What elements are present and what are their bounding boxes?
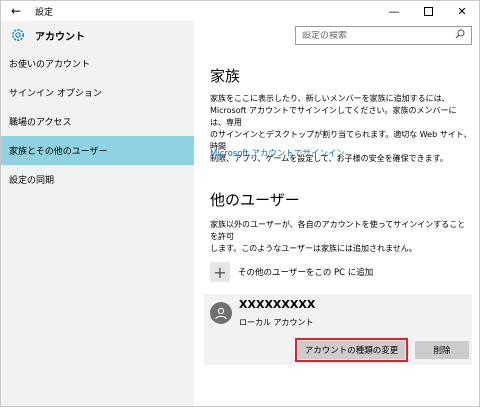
search-box[interactable] [295, 26, 472, 45]
delete-button[interactable]: 削除 [415, 341, 469, 359]
gear-icon [9, 26, 27, 44]
user-account-type: ローカル アカウント [239, 318, 314, 327]
window-title: 設定 [35, 7, 54, 18]
plus-icon[interactable]: + [210, 262, 230, 282]
sidebar-item-label: サインイン オプション [9, 89, 102, 99]
user-name: XXXXXXXXX [239, 298, 316, 311]
add-user-row[interactable]: + その他のユーザーをこの PC に追加 [210, 262, 373, 282]
other-users-description: 家族以外のユーザーが、各自のアカウントを使ってサインインすることを許可 します。… [210, 219, 472, 255]
sidebar-item-sign-in-options[interactable]: サインイン オプション [1, 78, 194, 107]
sidebar-item-work-access[interactable]: 職場のアクセス [1, 107, 194, 136]
back-arrow-icon[interactable]: ← [1, 1, 31, 21]
user-avatar-icon [210, 302, 232, 324]
sidebar-item-label: お使いのアカウント [9, 60, 91, 70]
settings-window: ← 設定 — ✕ アカウント お使いのアカウント サインイン オプション 職場の… [0, 0, 480, 407]
other-users-description-line: 家族以外のユーザーが、各自のアカウントを使ってサインインすることを許可 [210, 220, 466, 241]
sidebar: アカウント お使いのアカウント サインイン オプション 職場のアクセス 家族とそ… [1, 21, 194, 406]
other-users-description-line: します。このようなユーザーは家族には追加されません。 [210, 244, 417, 253]
sidebar-item-sync-settings[interactable]: 設定の同期 [1, 165, 194, 194]
close-icon[interactable]: ✕ [445, 1, 479, 21]
sidebar-item-label: 職場のアクセス [9, 118, 72, 128]
sidebar-item-label: 家族とその他のユーザー [9, 147, 108, 157]
search-icon[interactable] [455, 29, 465, 42]
sidebar-item-family-other-users[interactable]: 家族とその他のユーザー [1, 136, 194, 165]
sidebar-item-your-account[interactable]: お使いのアカウント [1, 49, 194, 78]
other-users-heading: 他のユーザー [210, 191, 300, 209]
maximize-icon[interactable] [411, 1, 445, 21]
family-description-line: Microsoft アカウントでサインインしてください。家族のメンバーには、専用 [210, 106, 457, 127]
user-card[interactable]: XXXXXXXXX ローカル アカウント アカウントの種類の変更 削除 [204, 294, 472, 365]
change-account-type-button[interactable]: アカウントの種類の変更 [295, 338, 408, 362]
sidebar-title: アカウント [35, 31, 85, 43]
sidebar-list: お使いのアカウント サインイン オプション 職場のアクセス 家族とその他のユーザ… [1, 49, 194, 194]
family-description-line: 家族をここに表示したり、新しいメンバーを家族に追加するには、 [210, 94, 450, 103]
window-controls: — ✕ [377, 1, 479, 21]
minimize-icon[interactable]: — [377, 1, 411, 21]
microsoft-signin-link[interactable]: Microsoft アカウントでサインイン [210, 147, 345, 159]
sidebar-header: アカウント [1, 21, 194, 49]
family-heading: 家族 [210, 67, 241, 85]
sidebar-item-label: 設定の同期 [9, 176, 55, 186]
title-bar: ← 設定 — ✕ [1, 1, 479, 21]
add-user-label[interactable]: その他のユーザーをこの PC に追加 [238, 266, 373, 278]
search-input[interactable] [302, 30, 442, 41]
main-content: 家族 家族をここに表示したり、新しいメンバーを家族に追加するには、 Micros… [194, 51, 479, 406]
